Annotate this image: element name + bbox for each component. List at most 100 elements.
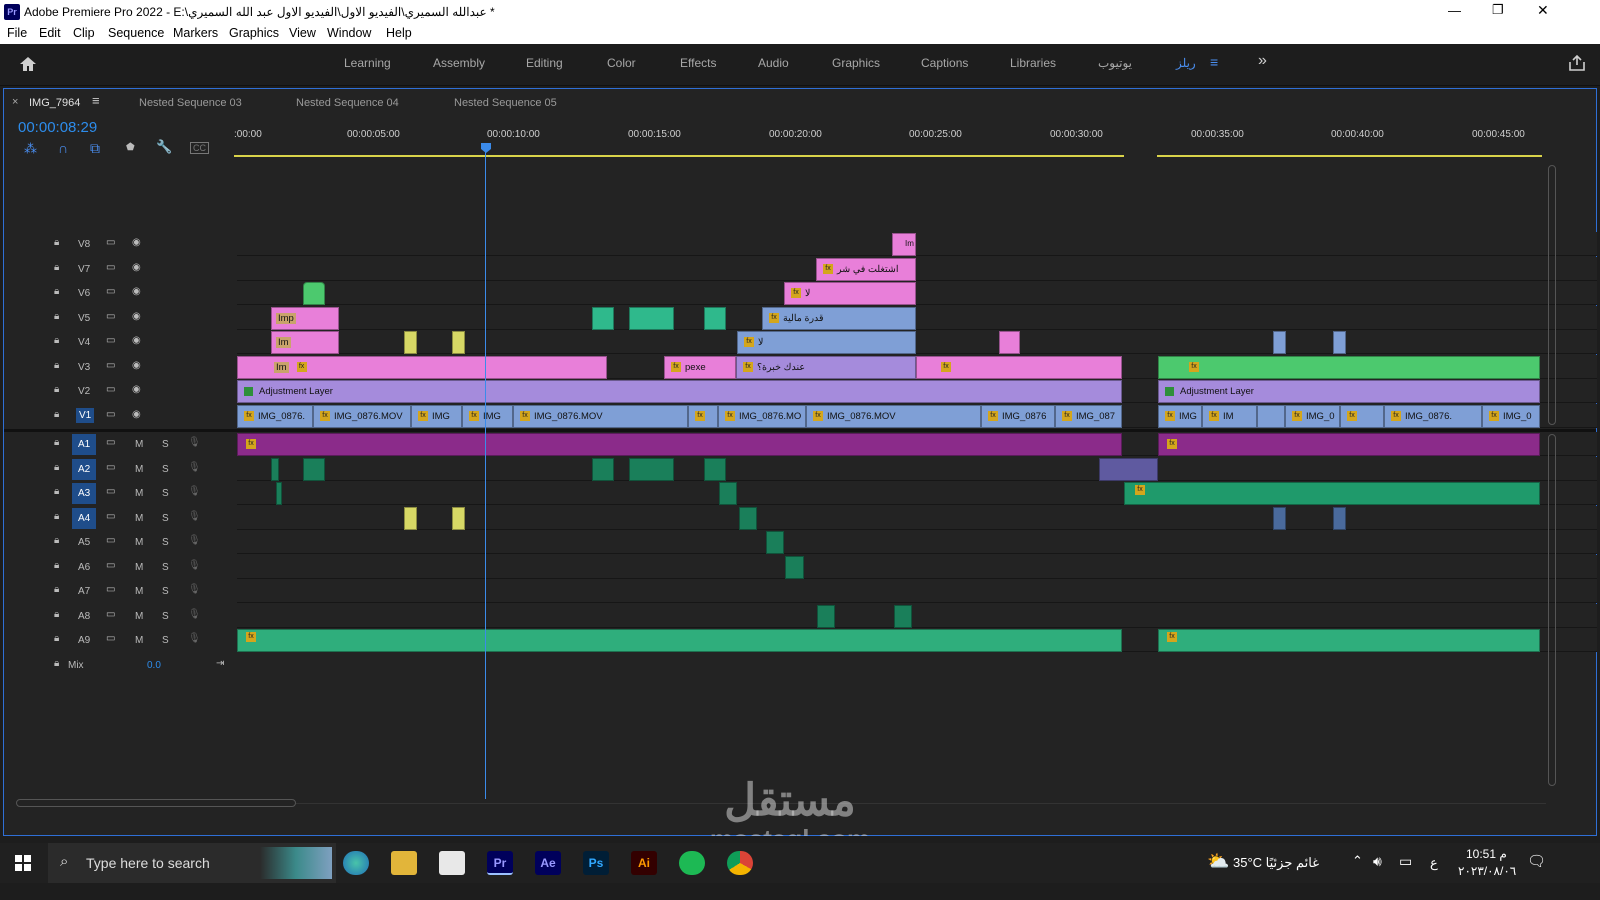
close-icon[interactable]: ✕	[1537, 2, 1549, 19]
clip-v1-4[interactable]: fx IMG	[462, 405, 513, 428]
mic-icon[interactable]: 🎙︎	[188, 486, 201, 497]
solo-button[interactable]: S	[162, 537, 169, 548]
lock-icon[interactable]: 🔒︎	[54, 535, 59, 546]
horizontal-scrollbar[interactable]	[16, 799, 296, 807]
clip-v1-5[interactable]: fx IMG_0876.MOV	[513, 405, 688, 428]
edge-icon[interactable]	[343, 851, 369, 875]
clip-v1-fx[interactable]: fx	[688, 405, 718, 428]
menu-sequence[interactable]: Sequence	[108, 26, 164, 40]
clock-time[interactable]: 10:51 م	[1466, 847, 1507, 861]
clip-v1-10[interactable]: fx IMG	[1158, 405, 1202, 428]
clip-a4[interactable]	[452, 507, 465, 530]
clip-v6-title[interactable]: fx لا	[784, 282, 916, 305]
track-header-a9[interactable]: 🔒︎ A9 ▭ M S 🎙︎	[4, 628, 236, 652]
track-header-a8[interactable]: 🔒︎ A8 ▭ M S 🎙︎	[4, 604, 236, 628]
clip-v3-title[interactable]: fx عندك خبرة؟	[736, 356, 916, 379]
menu-file[interactable]: File	[7, 26, 27, 40]
menu-markers[interactable]: Markers	[173, 26, 218, 40]
clip-v1-11[interactable]: fx IM	[1202, 405, 1257, 428]
menu-window[interactable]: Window	[327, 26, 371, 40]
track-header-a5[interactable]: 🔒︎ A5 ▭ M S 🎙︎	[4, 530, 236, 554]
sync-icon[interactable]: ▭	[106, 584, 115, 595]
clip-a2[interactable]	[592, 458, 614, 481]
clip-v1-gap[interactable]	[1257, 405, 1285, 428]
tab-img-7964[interactable]: IMG_7964	[29, 97, 80, 109]
clip-v1-6[interactable]: fx IMG_0876.MO	[718, 405, 806, 428]
photoshop-icon[interactable]: Ps	[583, 851, 609, 875]
lock-icon[interactable]: 🔒︎	[54, 658, 59, 669]
eye-icon[interactable]: ◉	[132, 237, 141, 248]
clip-v3-segment[interactable]: Im fx	[237, 356, 607, 379]
mute-button[interactable]: M	[135, 562, 143, 573]
lock-icon[interactable]: 🔒︎	[54, 486, 59, 497]
lock-icon[interactable]: 🔒︎	[54, 560, 59, 571]
sync-icon[interactable]: ▭	[106, 462, 115, 473]
workspace-color[interactable]: Color	[607, 56, 636, 70]
solo-button[interactable]: S	[162, 439, 169, 450]
clip-v4-f[interactable]	[1333, 331, 1346, 354]
lock-icon[interactable]: 🔒︎	[54, 462, 59, 473]
track-header-a3[interactable]: 🔒︎ A3 ▭ M S 🎙︎	[4, 481, 236, 505]
playhead-line[interactable]	[485, 149, 486, 799]
lock-icon[interactable]: 🔒︎	[54, 609, 59, 620]
track-header-v8[interactable]: 🔒︎ V8 ▭ ◉	[4, 232, 236, 256]
sync-icon[interactable]: ▭	[106, 560, 115, 571]
timecode-display[interactable]: 00:00:08:29	[18, 119, 97, 136]
solo-button[interactable]: S	[162, 464, 169, 475]
sync-icon[interactable]: ▭	[106, 535, 115, 546]
mic-icon[interactable]: 🎙︎	[188, 462, 201, 473]
clip-v1-14[interactable]: fx IMG_0	[1482, 405, 1540, 428]
workspace-libraries[interactable]: Libraries	[1010, 56, 1056, 70]
clip-v1-1[interactable]: fx IMG_0876.	[237, 405, 313, 428]
track-header-a1[interactable]: 🔒︎ A1 ▭ M S 🎙︎	[4, 432, 236, 456]
track-header-a6[interactable]: 🔒︎ A6 ▭ M S 🎙︎	[4, 555, 236, 579]
eye-icon[interactable]: ◉	[132, 262, 141, 273]
eye-icon[interactable]: ◉	[132, 286, 141, 297]
windows-start-icon[interactable]	[15, 855, 31, 871]
clip-v4-a[interactable]: Im	[271, 331, 339, 354]
clip-v3-pexe[interactable]: fx pexe	[664, 356, 736, 379]
workspace-audio[interactable]: Audio	[758, 56, 789, 70]
time-ruler[interactable]: :00:00 00:00:05:00 00:00:10:00 00:00:15:…	[234, 123, 1594, 159]
illustrator-icon[interactable]: Ai	[631, 851, 657, 875]
speaker-icon[interactable]: 🔊︎	[1373, 853, 1382, 870]
sync-icon[interactable]: ▭	[106, 486, 115, 497]
eye-icon[interactable]: ◉	[132, 360, 141, 371]
sync-icon[interactable]: ▭	[106, 335, 115, 346]
mute-button[interactable]: M	[135, 586, 143, 597]
mute-button[interactable]: M	[135, 439, 143, 450]
clip-a2[interactable]	[303, 458, 325, 481]
workspace-assembly[interactable]: Assembly	[433, 56, 485, 70]
taskbar-search[interactable]: ⌕ Type here to search	[48, 843, 336, 883]
clock-date[interactable]: ٢٠٢٣/٠٨/٠٦	[1458, 864, 1516, 878]
workspace-youtube[interactable]: يوتيوب	[1098, 56, 1132, 70]
track-header-v5[interactable]: 🔒︎ V5 ▭ ◉	[4, 306, 236, 330]
mic-icon[interactable]: 🎙︎	[188, 511, 201, 522]
sync-icon[interactable]: ▭	[106, 409, 115, 420]
snap-icon[interactable]: ∩	[58, 140, 68, 156]
lock-icon[interactable]: 🔒︎	[54, 511, 59, 522]
clip-v7-title[interactable]: fx اشتغلت في شر	[816, 258, 916, 281]
sync-icon[interactable]: ▭	[106, 286, 115, 297]
premiere-taskbar-icon[interactable]: Pr	[487, 851, 513, 875]
clip-v4-title[interactable]: fx لا	[737, 331, 916, 354]
spotify-icon[interactable]	[679, 851, 705, 875]
track-header-v7[interactable]: 🔒︎ V7 ▭ ◉	[4, 257, 236, 281]
clip-adjustment-layer-2[interactable]: Adjustment Layer	[1158, 380, 1540, 403]
add-marker-icon[interactable]: ⬟	[126, 142, 135, 153]
lock-icon[interactable]: 🔒︎	[54, 437, 59, 448]
insert-nest-icon[interactable]: ⁂	[24, 141, 37, 157]
workspace-effects[interactable]: Effects	[680, 56, 716, 70]
mute-button[interactable]: M	[135, 513, 143, 524]
vertical-scrollbar-audio[interactable]	[1548, 434, 1556, 786]
linked-selection-icon[interactable]: ⧉	[90, 140, 100, 157]
workspace-reels[interactable]: ريلز	[1176, 56, 1196, 70]
menu-help[interactable]: Help	[386, 26, 412, 40]
clip-v1-fx2[interactable]: fx	[1340, 405, 1384, 428]
network-icon[interactable]: ▭	[1399, 853, 1412, 870]
clip-v1-7[interactable]: fx IMG_0876.MOV	[806, 405, 981, 428]
wrench-icon[interactable]: 🔧	[156, 139, 172, 155]
workspace-learning[interactable]: Learning	[344, 56, 391, 70]
clip-a5[interactable]	[766, 531, 784, 554]
track-header-v4[interactable]: 🔒︎ V4 ▭ ◉	[4, 330, 236, 354]
